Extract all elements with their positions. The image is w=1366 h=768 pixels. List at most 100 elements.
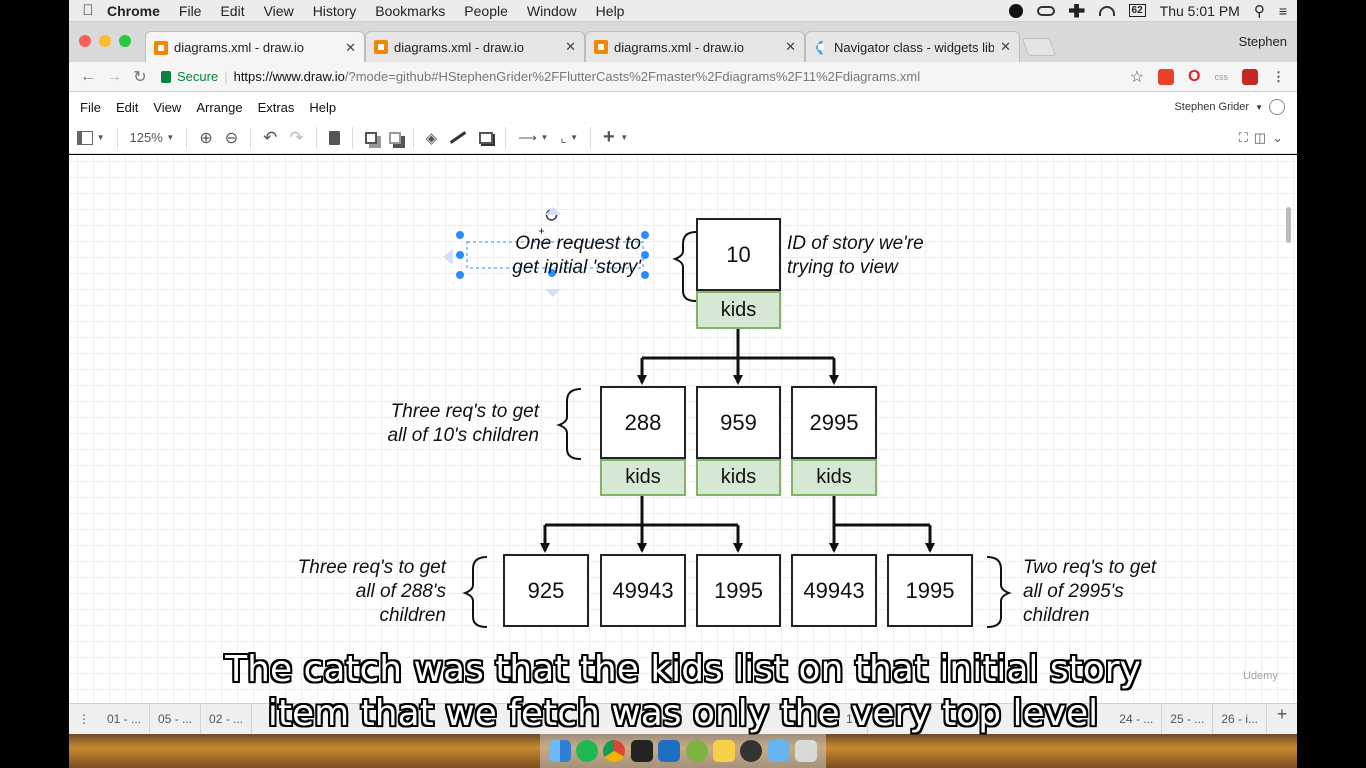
story-node-959[interactable]: 959 [696, 386, 781, 459]
selection-handle[interactable] [456, 251, 464, 259]
format-panel-icon[interactable]: ▼ [77, 128, 105, 148]
drawio-menu-file[interactable]: File [80, 100, 101, 115]
notes-icon[interactable] [713, 740, 736, 762]
note-two-reqs-2995[interactable]: Two req's to get all of 2995's children [1023, 556, 1193, 628]
profile-name[interactable]: Stephen [1239, 34, 1287, 49]
menu-app-chrome[interactable]: Chrome [107, 3, 160, 19]
close-tab-icon[interactable]: ✕ [785, 39, 796, 55]
apple-icon[interactable]:  [69, 2, 107, 19]
menu-help[interactable]: Help [596, 3, 625, 19]
spotify-icon[interactable] [576, 740, 599, 762]
drawio-menu-help[interactable]: Help [309, 100, 336, 115]
menu-people[interactable]: People [464, 3, 508, 19]
waypoints-icon[interactable]: ⌞ ▼ [560, 128, 578, 148]
fullscreen-icon[interactable]: ⛶ [1239, 130, 1248, 146]
trash-icon[interactable] [795, 740, 818, 762]
selection-handle[interactable] [641, 271, 649, 279]
zoom-in-icon[interactable]: ⊕ [199, 128, 212, 148]
story-node-1995-b[interactable]: 1995 [887, 554, 973, 627]
glasses-icon[interactable] [1036, 5, 1055, 16]
story-node-1995-a[interactable]: 1995 [696, 554, 781, 627]
chrome-icon[interactable] [603, 740, 626, 762]
reload-icon[interactable]: ↻ [127, 67, 153, 87]
obs-icon[interactable] [1008, 3, 1023, 18]
close-tab-icon[interactable]: ✕ [1000, 39, 1011, 55]
new-tab-button[interactable] [1021, 38, 1057, 56]
spotlight-search-icon[interactable]: ⚲ [1254, 2, 1265, 20]
note-id-story[interactable]: ID of story we're trying to view [787, 232, 967, 280]
kids-node-2995[interactable]: kids [791, 459, 877, 496]
forward-arrow-icon[interactable]: → [101, 68, 127, 86]
vscode-icon[interactable] [658, 740, 681, 762]
story-node-925[interactable]: 925 [503, 554, 589, 627]
close-window-button[interactable] [79, 35, 91, 47]
note-three-reqs-288[interactable]: Three req's to get all of 288's children [265, 556, 446, 628]
note-three-reqs-10[interactable]: Three req's to get all of 10's children [359, 400, 540, 448]
obs-studio-icon[interactable] [740, 740, 763, 762]
extension-badge-icon[interactable] [1242, 68, 1258, 85]
selection-handle[interactable] [456, 271, 464, 279]
zoom-dropdown[interactable]: 125% ▼ [130, 128, 175, 148]
to-front-icon[interactable] [364, 128, 377, 148]
user-menu[interactable]: Stephen Grider ▼ [1174, 99, 1297, 115]
finder-icon[interactable] [548, 740, 571, 762]
minimize-window-button[interactable] [99, 35, 111, 47]
drawio-menu-extras[interactable]: Extras [258, 100, 295, 115]
back-arrow-icon[interactable]: ← [75, 68, 101, 86]
menu-file[interactable]: File [179, 3, 202, 19]
kids-node-288[interactable]: kids [600, 459, 686, 496]
fill-color-icon[interactable]: ◈ [426, 128, 438, 148]
sidebar-toggle-icon[interactable]: ◫ [1254, 130, 1266, 146]
connection-style-icon[interactable]: ⟶ ▼ [518, 128, 548, 148]
downloads-folder-icon[interactable] [767, 740, 790, 762]
selection-handle[interactable] [456, 231, 464, 239]
battery-indicator[interactable]: 62 [1128, 4, 1146, 17]
terminal-icon[interactable] [630, 740, 653, 762]
menu-bookmarks[interactable]: Bookmarks [375, 3, 445, 19]
line-color-icon[interactable] [449, 128, 467, 148]
shadow-icon[interactable] [479, 128, 494, 148]
browser-tab-1[interactable]: diagrams.xml - draw.io ✕ [145, 31, 365, 63]
zoom-window-button[interactable] [119, 35, 131, 47]
close-tab-icon[interactable]: ✕ [565, 39, 576, 55]
medical-cross-icon[interactable] [1068, 3, 1085, 18]
browser-tab-4[interactable]: ❮ Navigator class - widgets libra ✕ [805, 31, 1020, 62]
drawio-menu-view[interactable]: View [153, 100, 181, 115]
collapse-chevron-icon[interactable]: ⌄ [1272, 130, 1283, 146]
close-tab-icon[interactable]: ✕ [345, 40, 356, 56]
redo-icon[interactable]: ↷ [289, 128, 303, 148]
menu-edit[interactable]: Edit [220, 3, 244, 19]
browser-tab-3[interactable]: diagrams.xml - draw.io ✕ [585, 31, 805, 62]
notification-center-icon[interactable]: ≡ [1279, 3, 1287, 19]
menu-view[interactable]: View [264, 3, 294, 19]
extension-red-icon[interactable] [1158, 68, 1175, 85]
story-node-288[interactable]: 288 [600, 386, 686, 459]
drawio-menu-edit[interactable]: Edit [116, 100, 138, 115]
story-node-49943-b[interactable]: 49943 [791, 554, 877, 627]
zoom-out-icon[interactable]: ⊖ [225, 128, 238, 148]
browser-tab-2[interactable]: diagrams.xml - draw.io ✕ [365, 31, 585, 62]
to-back-icon[interactable] [388, 128, 401, 148]
insert-plus-icon[interactable]: + ▼ [603, 126, 628, 148]
selection-handle[interactable] [641, 251, 649, 259]
diagram-canvas[interactable]: One request to get initial 'story' ID of… [69, 155, 1297, 703]
globe-icon[interactable] [1269, 99, 1285, 115]
menu-history[interactable]: History [313, 3, 357, 19]
bookmark-star-icon[interactable]: ☆ [1130, 67, 1144, 87]
undo-icon[interactable]: ↶ [263, 128, 277, 148]
drawio-menu-arrange[interactable]: Arrange [196, 100, 242, 115]
wifi-icon[interactable] [1098, 5, 1115, 16]
story-node-2995[interactable]: 2995 [791, 386, 877, 459]
kids-node-root[interactable]: kids [696, 291, 781, 329]
note-one-request[interactable]: One request to get initial 'story' [471, 232, 641, 280]
clock[interactable]: Thu 5:01 PM [1160, 3, 1240, 19]
opera-icon[interactable]: O [1188, 68, 1200, 86]
css-extension-icon[interactable]: css [1215, 72, 1229, 82]
kids-node-959[interactable]: kids [696, 459, 781, 496]
address-bar[interactable]: Secure | https://www.draw.io/?mode=githu… [161, 69, 920, 84]
menu-window[interactable]: Window [527, 3, 577, 19]
chrome-menu-icon[interactable]: ⋮ [1272, 69, 1285, 85]
selection-handle[interactable] [641, 231, 649, 239]
story-node-49943-a[interactable]: 49943 [600, 554, 686, 627]
delete-icon[interactable] [328, 128, 340, 148]
